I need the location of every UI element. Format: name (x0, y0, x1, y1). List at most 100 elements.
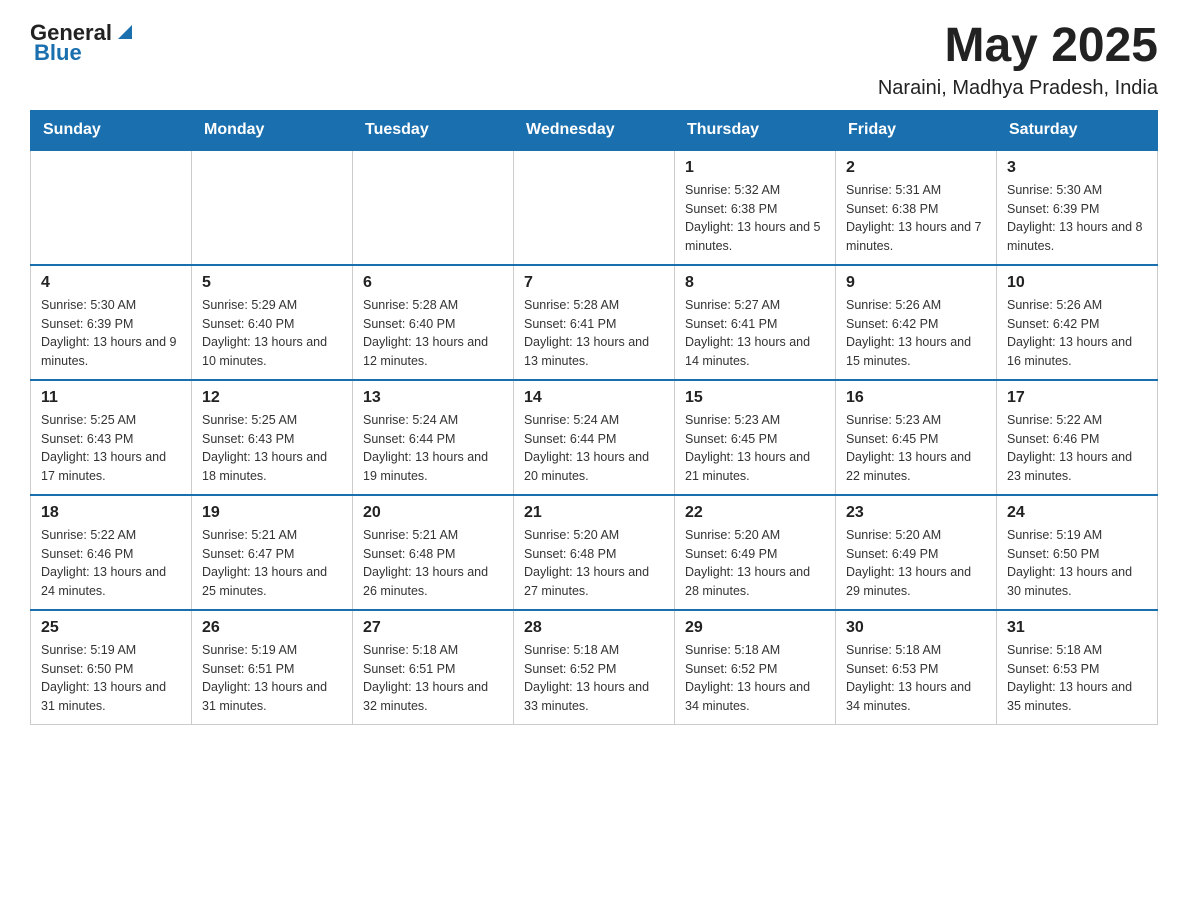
day-number: 29 (685, 619, 825, 637)
cell-info: Sunrise: 5:24 AMSunset: 6:44 PMDaylight:… (524, 411, 664, 486)
weekday-header-saturday: Saturday (997, 110, 1158, 150)
cell-info: Sunrise: 5:30 AMSunset: 6:39 PMDaylight:… (41, 296, 181, 371)
calendar-cell: 13Sunrise: 5:24 AMSunset: 6:44 PMDayligh… (353, 380, 514, 495)
cell-info: Sunrise: 5:20 AMSunset: 6:49 PMDaylight:… (846, 526, 986, 601)
calendar-cell: 20Sunrise: 5:21 AMSunset: 6:48 PMDayligh… (353, 495, 514, 610)
calendar-cell: 12 Sunrise: 5:25 AMSunset: 6:43 PMDayligh… (192, 380, 353, 495)
weekday-header-friday: Friday (836, 110, 997, 150)
cell-info: Sunrise: 5:18 AMSunset: 6:51 PMDaylight:… (363, 641, 503, 716)
calendar-cell: 3 Sunrise: 5:30 AMSunset: 6:39 PMDaylight… (997, 150, 1158, 265)
calendar-cell: 6Sunrise: 5:28 AMSunset: 6:40 PMDaylight… (353, 265, 514, 380)
day-number: 17 (1007, 389, 1147, 407)
cell-info: Sunrise: 5:28 AMSunset: 6:41 PMDaylight:… (524, 296, 664, 371)
calendar-week-row: 1 Sunrise: 5:32 AMSunset: 6:38 PMDaylight… (31, 150, 1158, 265)
calendar-cell: 16 Sunrise: 5:23 AMSunset: 6:45 PMDayligh… (836, 380, 997, 495)
day-number: 12 (202, 389, 342, 407)
weekday-header-thursday: Thursday (675, 110, 836, 150)
day-number: 30 (846, 619, 986, 637)
day-number: 8 (685, 274, 825, 292)
cell-info: Sunrise: 5:18 AMSunset: 6:52 PMDaylight:… (685, 641, 825, 716)
calendar-cell: 26 Sunrise: 5:19 AMSunset: 6:51 PMDayligh… (192, 610, 353, 725)
calendar-cell: 1 Sunrise: 5:32 AMSunset: 6:38 PMDaylight… (675, 150, 836, 265)
cell-info: Sunrise: 5:19 AMSunset: 6:51 PMDaylight:… (202, 641, 342, 716)
day-number: 23 (846, 504, 986, 522)
weekday-header-sunday: Sunday (31, 110, 192, 150)
day-number: 14 (524, 389, 664, 407)
calendar-cell: 11Sunrise: 5:25 AMSunset: 6:43 PMDayligh… (31, 380, 192, 495)
calendar-cell: 10 Sunrise: 5:26 AMSunset: 6:42 PMDayligh… (997, 265, 1158, 380)
cell-info: Sunrise: 5:22 AMSunset: 6:46 PMDaylight:… (1007, 411, 1147, 486)
calendar-cell (192, 150, 353, 265)
calendar-cell: 25 Sunrise: 5:19 AMSunset: 6:50 PMDayligh… (31, 610, 192, 725)
cell-info: Sunrise: 5:20 AMSunset: 6:48 PMDaylight:… (524, 526, 664, 601)
cell-info: Sunrise: 5:21 AMSunset: 6:48 PMDaylight:… (363, 526, 503, 601)
calendar-week-row: 25 Sunrise: 5:19 AMSunset: 6:50 PMDayligh… (31, 610, 1158, 725)
cell-info: Sunrise: 5:29 AMSunset: 6:40 PMDaylight:… (202, 296, 342, 371)
weekday-header-monday: Monday (192, 110, 353, 150)
day-number: 10 (1007, 274, 1147, 292)
cell-info: Sunrise: 5:28 AMSunset: 6:40 PMDaylight:… (363, 296, 503, 371)
day-number: 1 (685, 159, 825, 177)
cell-info: Sunrise: 5:30 AMSunset: 6:39 PMDaylight:… (1007, 181, 1147, 256)
calendar-week-row: 18Sunrise: 5:22 AMSunset: 6:46 PMDayligh… (31, 495, 1158, 610)
day-number: 27 (363, 619, 503, 637)
header: General Blue May 2025 Naraini, Madhya Pr… (30, 20, 1158, 100)
day-number: 5 (202, 274, 342, 292)
calendar-cell: 8 Sunrise: 5:27 AMSunset: 6:41 PMDaylight… (675, 265, 836, 380)
calendar-cell (514, 150, 675, 265)
day-number: 9 (846, 274, 986, 292)
calendar-cell: 9 Sunrise: 5:26 AMSunset: 6:42 PMDaylight… (836, 265, 997, 380)
cell-info: Sunrise: 5:25 AMSunset: 6:43 PMDaylight:… (41, 411, 181, 486)
cell-info: Sunrise: 5:21 AMSunset: 6:47 PMDaylight:… (202, 526, 342, 601)
day-number: 26 (202, 619, 342, 637)
calendar-week-row: 4 Sunrise: 5:30 AMSunset: 6:39 PMDaylight… (31, 265, 1158, 380)
cell-info: Sunrise: 5:19 AMSunset: 6:50 PMDaylight:… (41, 641, 181, 716)
logo: General Blue (30, 20, 136, 66)
calendar-cell: 19Sunrise: 5:21 AMSunset: 6:47 PMDayligh… (192, 495, 353, 610)
day-number: 15 (685, 389, 825, 407)
day-number: 4 (41, 274, 181, 292)
cell-info: Sunrise: 5:26 AMSunset: 6:42 PMDaylight:… (1007, 296, 1147, 371)
cell-info: Sunrise: 5:23 AMSunset: 6:45 PMDaylight:… (846, 411, 986, 486)
calendar-cell: 27 Sunrise: 5:18 AMSunset: 6:51 PMDayligh… (353, 610, 514, 725)
cell-info: Sunrise: 5:32 AMSunset: 6:38 PMDaylight:… (685, 181, 825, 256)
day-number: 3 (1007, 159, 1147, 177)
calendar-cell: 15Sunrise: 5:23 AMSunset: 6:45 PMDayligh… (675, 380, 836, 495)
cell-info: Sunrise: 5:26 AMSunset: 6:42 PMDaylight:… (846, 296, 986, 371)
calendar-cell: 5 Sunrise: 5:29 AMSunset: 6:40 PMDaylight… (192, 265, 353, 380)
calendar-cell: 23 Sunrise: 5:20 AMSunset: 6:49 PMDayligh… (836, 495, 997, 610)
cell-info: Sunrise: 5:19 AMSunset: 6:50 PMDaylight:… (1007, 526, 1147, 601)
cell-info: Sunrise: 5:25 AMSunset: 6:43 PMDaylight:… (202, 411, 342, 486)
title-area: May 2025 Naraini, Madhya Pradesh, India (878, 20, 1158, 100)
calendar-cell (353, 150, 514, 265)
calendar-cell: 30Sunrise: 5:18 AMSunset: 6:53 PMDayligh… (836, 610, 997, 725)
day-number: 16 (846, 389, 986, 407)
cell-info: Sunrise: 5:31 AMSunset: 6:38 PMDaylight:… (846, 181, 986, 256)
day-number: 18 (41, 504, 181, 522)
calendar-cell: 17 Sunrise: 5:22 AMSunset: 6:46 PMDayligh… (997, 380, 1158, 495)
logo-blue: Blue (34, 40, 82, 66)
location: Naraini, Madhya Pradesh, India (878, 77, 1158, 100)
day-number: 7 (524, 274, 664, 292)
cell-info: Sunrise: 5:18 AMSunset: 6:52 PMDaylight:… (524, 641, 664, 716)
calendar-cell: 24 Sunrise: 5:19 AMSunset: 6:50 PMDayligh… (997, 495, 1158, 610)
calendar-cell: 31 Sunrise: 5:18 AMSunset: 6:53 PMDayligh… (997, 610, 1158, 725)
day-number: 28 (524, 619, 664, 637)
weekday-header-tuesday: Tuesday (353, 110, 514, 150)
weekday-header-wednesday: Wednesday (514, 110, 675, 150)
calendar-cell: 29 Sunrise: 5:18 AMSunset: 6:52 PMDayligh… (675, 610, 836, 725)
day-number: 24 (1007, 504, 1147, 522)
cell-info: Sunrise: 5:24 AMSunset: 6:44 PMDaylight:… (363, 411, 503, 486)
calendar-week-row: 11Sunrise: 5:25 AMSunset: 6:43 PMDayligh… (31, 380, 1158, 495)
day-number: 22 (685, 504, 825, 522)
cell-info: Sunrise: 5:18 AMSunset: 6:53 PMDaylight:… (1007, 641, 1147, 716)
cell-info: Sunrise: 5:27 AMSunset: 6:41 PMDaylight:… (685, 296, 825, 371)
calendar-cell: 28 Sunrise: 5:18 AMSunset: 6:52 PMDayligh… (514, 610, 675, 725)
calendar-cell: 4 Sunrise: 5:30 AMSunset: 6:39 PMDaylight… (31, 265, 192, 380)
calendar-header-row: SundayMondayTuesdayWednesdayThursdayFrid… (31, 110, 1158, 150)
day-number: 31 (1007, 619, 1147, 637)
day-number: 25 (41, 619, 181, 637)
calendar-cell: 7 Sunrise: 5:28 AMSunset: 6:41 PMDaylight… (514, 265, 675, 380)
calendar-cell: 21Sunrise: 5:20 AMSunset: 6:48 PMDayligh… (514, 495, 675, 610)
day-number: 2 (846, 159, 986, 177)
